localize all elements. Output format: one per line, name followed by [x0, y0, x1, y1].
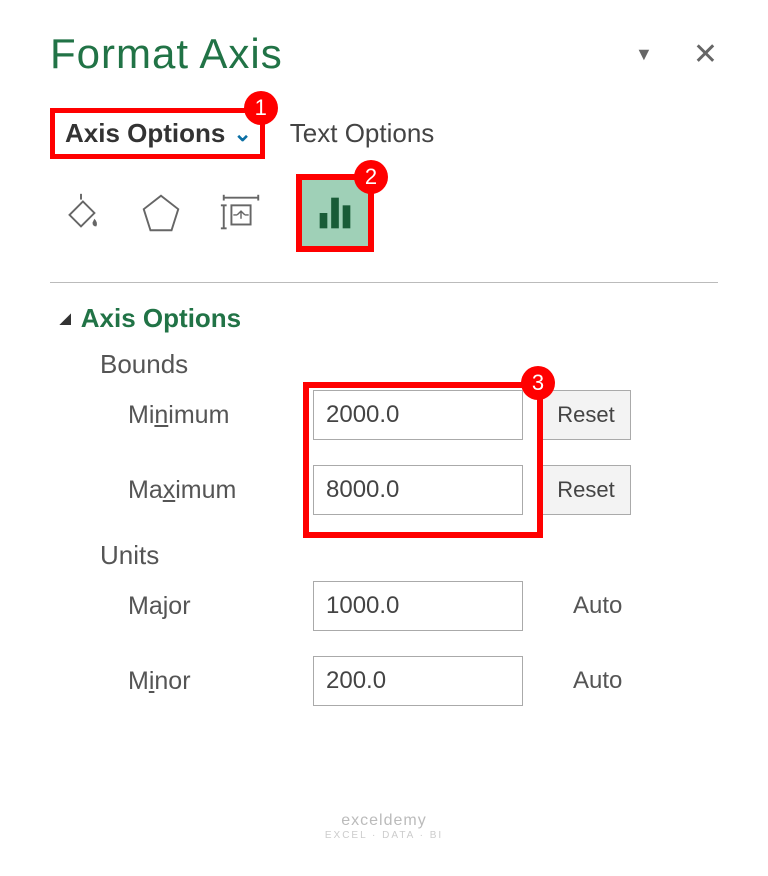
axis-options-tab-icon[interactable]: 2 [296, 174, 374, 252]
reset-minimum-button[interactable]: Reset [541, 390, 631, 440]
effects-tab-icon[interactable] [136, 188, 186, 238]
major-label: Major [128, 592, 313, 621]
major-unit-input[interactable] [313, 581, 523, 631]
section-axis-options-toggle[interactable]: ◢ Axis Options [60, 303, 718, 334]
selected-tab-notch [325, 264, 345, 276]
group-units-label: Units [100, 540, 718, 571]
pentagon-icon [138, 190, 184, 236]
fill-line-tab-icon[interactable] [56, 188, 106, 238]
minor-auto-label: Auto [573, 667, 622, 695]
minor-unit-input[interactable] [313, 656, 523, 706]
annotation-badge-3: 3 [521, 366, 555, 400]
annotation-badge-1: 1 [244, 91, 278, 125]
axis-options-icon [312, 190, 358, 236]
divider [50, 282, 718, 283]
minimum-label: Minimum [128, 401, 313, 430]
close-icon[interactable]: ✕ [693, 37, 718, 72]
reset-maximum-button[interactable]: Reset [541, 465, 631, 515]
paint-bucket-icon [58, 190, 104, 236]
pane-title: Format Axis [50, 30, 283, 78]
tab-text-options[interactable]: Text Options [290, 118, 435, 149]
major-auto-label: Auto [573, 592, 622, 620]
minor-label: Minor [128, 667, 313, 696]
size-properties-tab-icon[interactable] [216, 188, 266, 238]
group-bounds-label: Bounds [100, 349, 718, 380]
chevron-down-icon: ⌄ [233, 121, 251, 147]
watermark: exceldemy EXCEL · DATA · BI [325, 812, 443, 841]
collapse-triangle-icon: ◢ [60, 310, 71, 327]
section-axis-options-label: Axis Options [81, 303, 241, 334]
maximum-input[interactable] [313, 465, 523, 515]
pane-options-dropdown[interactable]: ▼ [635, 44, 653, 65]
tab-axis-options-label: Axis Options [65, 118, 225, 149]
annotation-badge-2: 2 [354, 160, 388, 194]
maximum-label: Maximum [128, 476, 313, 505]
minimum-input[interactable] [313, 390, 523, 440]
tab-axis-options[interactable]: Axis Options ⌄ 1 [50, 108, 265, 159]
size-props-icon [218, 190, 264, 236]
